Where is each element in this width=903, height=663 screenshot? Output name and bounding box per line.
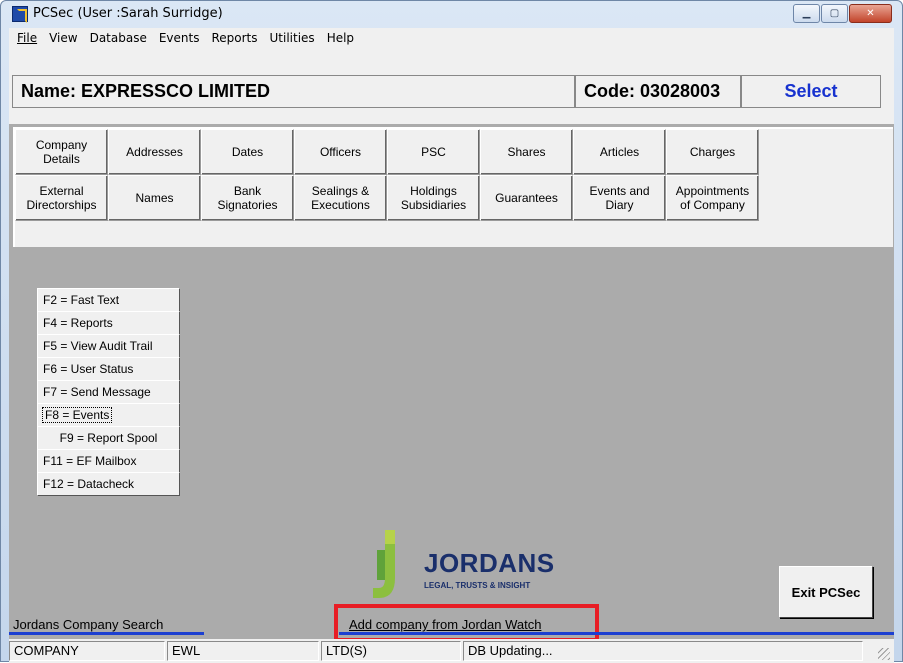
f2-fast-text-button[interactable]: F2 = Fast Text — [37, 288, 180, 312]
tab-dates[interactable]: Dates — [201, 129, 294, 175]
tab-sealings-executions[interactable]: Sealings & Executions — [294, 175, 387, 221]
tab-addresses[interactable]: Addresses — [108, 129, 201, 175]
f5-audit-trail-button[interactable]: F5 = View Audit Trail — [37, 334, 180, 358]
close-icon[interactable]: ✕ — [849, 4, 892, 23]
select-button[interactable]: Select — [741, 75, 881, 108]
exit-pcsec-button[interactable]: Exit PCSec — [779, 566, 873, 618]
section-buttons: Company Details Addresses Dates Officers… — [13, 127, 893, 247]
status-user-code: EWL — [167, 641, 319, 661]
status-bar: COMPANY EWL LTD(S) DB Updating... — [9, 639, 894, 663]
tab-shares[interactable]: Shares — [480, 129, 573, 175]
f7-label: F7 = Send Message — [43, 385, 151, 399]
minimize-icon[interactable]: ▁ — [793, 4, 820, 23]
tab-names[interactable]: Names — [108, 175, 201, 221]
status-ltd: LTD(S) — [321, 641, 461, 661]
highlight-box — [334, 604, 599, 642]
f4-label: F4 = Reports — [43, 316, 113, 330]
menu-view[interactable]: View — [43, 31, 83, 45]
f5-label: F5 = View Audit Trail — [43, 339, 153, 353]
f12-datacheck-button[interactable]: F12 = Datacheck — [37, 472, 180, 496]
tab-holdings-subsidiaries[interactable]: Holdings Subsidiaries — [387, 175, 480, 221]
logo-tagline: LEGAL, TRUSTS & INSIGHT — [424, 581, 531, 590]
tab-officers[interactable]: Officers — [294, 129, 387, 175]
tab-events-diary[interactable]: Events and Diary — [573, 175, 666, 221]
tab-bank-signatories[interactable]: Bank Signatories — [201, 175, 294, 221]
menu-reports[interactable]: Reports — [205, 31, 263, 45]
menu-database[interactable]: Database — [84, 31, 153, 45]
tab-guarantees[interactable]: Guarantees — [480, 175, 573, 221]
pcsec-app-icon — [12, 6, 28, 23]
f7-send-message-button[interactable]: F7 = Send Message — [37, 380, 180, 404]
tab-psc[interactable]: PSC — [387, 129, 480, 175]
status-db-updating: DB Updating... — [463, 641, 863, 661]
client-area: Name: EXPRESSCO LIMITED Code: 03028003 S… — [9, 48, 894, 663]
menu-bar: File View Database Events Reports Utilit… — [9, 28, 894, 48]
f12-label: F12 = Datacheck — [43, 477, 135, 491]
blue-underline-right — [339, 632, 894, 635]
logo-name: JORDANS — [424, 548, 555, 578]
company-header: Name: EXPRESSCO LIMITED Code: 03028003 S… — [9, 48, 894, 124]
window-title: PCSec (User :Sarah Surridge) — [33, 6, 223, 21]
jordans-company-search-label[interactable]: Jordans Company Search — [13, 617, 163, 632]
menu-file[interactable]: File — [11, 31, 43, 45]
blue-underline-left — [9, 632, 204, 635]
function-key-panel: F2 = Fast Text F4 = Reports F5 = View Au… — [37, 288, 180, 496]
menu-help[interactable]: Help — [321, 31, 360, 45]
f8-label: F8 = Events — [41, 407, 113, 423]
menu-events[interactable]: Events — [153, 31, 206, 45]
tab-articles[interactable]: Articles — [573, 129, 666, 175]
f6-label: F6 = User Status — [43, 362, 134, 376]
f4-reports-button[interactable]: F4 = Reports — [37, 311, 180, 335]
f11-ef-mailbox-button[interactable]: F11 = EF Mailbox — [37, 449, 180, 473]
company-name-field: Name: EXPRESSCO LIMITED — [12, 75, 575, 108]
jordans-logo: JORDANS LEGAL, TRUSTS & INSIGHT — [369, 528, 569, 608]
title-bar: PCSec (User :Sarah Surridge) ▁ ▢ ✕ — [1, 1, 902, 27]
tab-company-details[interactable]: Company Details — [15, 129, 108, 175]
tab-charges[interactable]: Charges — [666, 129, 759, 175]
f8-events-button[interactable]: F8 = Events — [37, 403, 180, 427]
f9-label: F9 = Report Spool — [59, 431, 158, 445]
company-code-field: Code: 03028003 — [575, 75, 741, 108]
f11-label: F11 = EF Mailbox — [43, 454, 137, 468]
app-window: PCSec (User :Sarah Surridge) ▁ ▢ ✕ File … — [0, 0, 903, 663]
jordans-logo-icon — [373, 530, 395, 598]
f9-report-spool-button[interactable]: F9 = Report Spool — [37, 426, 180, 450]
status-company-type: COMPANY — [9, 641, 165, 661]
tab-appointments-of-company[interactable]: Appointments of Company — [666, 175, 759, 221]
f6-user-status-button[interactable]: F6 = User Status — [37, 357, 180, 381]
tab-external-directorships[interactable]: External Directorships — [15, 175, 108, 221]
maximize-icon[interactable]: ▢ — [821, 4, 848, 23]
resize-grip-icon[interactable] — [878, 648, 890, 660]
f2-label: F2 = Fast Text — [43, 293, 120, 307]
menu-utilities[interactable]: Utilities — [264, 31, 321, 45]
